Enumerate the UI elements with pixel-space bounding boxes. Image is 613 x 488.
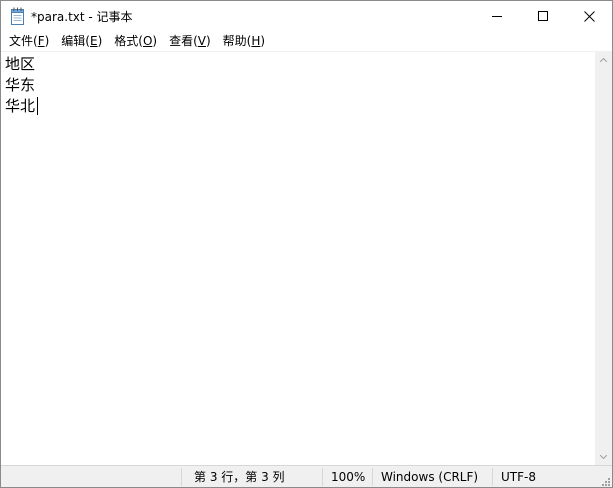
menu-view[interactable]: 查看(V) bbox=[163, 31, 217, 51]
menu-format-accel: O bbox=[142, 34, 153, 48]
menu-view-label: 查看( bbox=[169, 34, 198, 48]
menu-view-tail: ) bbox=[205, 34, 211, 48]
minimize-icon bbox=[492, 16, 502, 17]
editor-line: 华东 bbox=[5, 76, 36, 94]
menu-view-accel: V bbox=[197, 34, 206, 48]
menu-help[interactable]: 帮助(H) bbox=[217, 31, 271, 51]
menu-file-accel: F bbox=[37, 34, 45, 48]
menu-file-label: 文件( bbox=[9, 34, 38, 48]
minimize-button[interactable] bbox=[474, 1, 520, 31]
maximize-button[interactable] bbox=[520, 1, 566, 31]
menu-format-tail: ) bbox=[152, 34, 158, 48]
editor-line: 华北 bbox=[5, 97, 36, 115]
notepad-window: *para.txt - 记事本 文件(F) 编辑(E) 格式(O) 查看(V) … bbox=[0, 0, 613, 488]
menu-edit-tail: ) bbox=[97, 34, 103, 48]
editor-content[interactable]: 地区 华东 华北 bbox=[5, 54, 35, 117]
title-bar[interactable]: *para.txt - 记事本 bbox=[1, 1, 612, 31]
menu-help-tail: ) bbox=[260, 34, 266, 48]
menu-edit-label: 编辑( bbox=[61, 34, 90, 48]
scroll-down-button[interactable] bbox=[595, 448, 612, 465]
status-separator bbox=[322, 468, 323, 486]
scroll-up-button[interactable] bbox=[595, 51, 612, 68]
resize-grip-icon[interactable] bbox=[599, 475, 611, 487]
menu-edit-accel: E bbox=[89, 34, 98, 48]
close-button[interactable] bbox=[566, 1, 612, 31]
status-separator bbox=[372, 468, 373, 486]
text-editor[interactable]: 地区 华东 华北 bbox=[1, 51, 595, 466]
chevron-up-icon bbox=[600, 57, 607, 62]
window-title: *para.txt - 记事本 bbox=[31, 10, 133, 24]
status-separator bbox=[492, 468, 493, 486]
status-bar: 第 3 行，第 3 列 100% Windows (CRLF) UTF-8 bbox=[1, 465, 612, 487]
vertical-scrollbar[interactable] bbox=[595, 51, 612, 465]
status-line-ending: Windows (CRLF) bbox=[381, 470, 479, 484]
editor-line: 地区 bbox=[5, 55, 36, 73]
status-encoding: UTF-8 bbox=[501, 470, 536, 484]
status-zoom: 100% bbox=[331, 470, 366, 484]
menu-file-tail: ) bbox=[44, 34, 50, 48]
status-cursor-position: 第 3 行，第 3 列 bbox=[194, 470, 285, 484]
menu-edit[interactable]: 编辑(E) bbox=[55, 31, 108, 51]
menu-bar: 文件(F) 编辑(E) 格式(O) 查看(V) 帮助(H) bbox=[1, 31, 612, 51]
menu-format-label: 格式( bbox=[114, 34, 143, 48]
menu-help-label: 帮助( bbox=[222, 34, 252, 48]
notepad-icon bbox=[11, 7, 24, 25]
maximize-icon bbox=[538, 11, 548, 21]
status-separator bbox=[181, 468, 182, 486]
close-icon bbox=[583, 10, 595, 22]
menu-file[interactable]: 文件(F) bbox=[3, 31, 55, 51]
text-caret bbox=[37, 97, 38, 115]
chevron-down-icon bbox=[600, 454, 607, 459]
menu-format[interactable]: 格式(O) bbox=[108, 31, 163, 51]
